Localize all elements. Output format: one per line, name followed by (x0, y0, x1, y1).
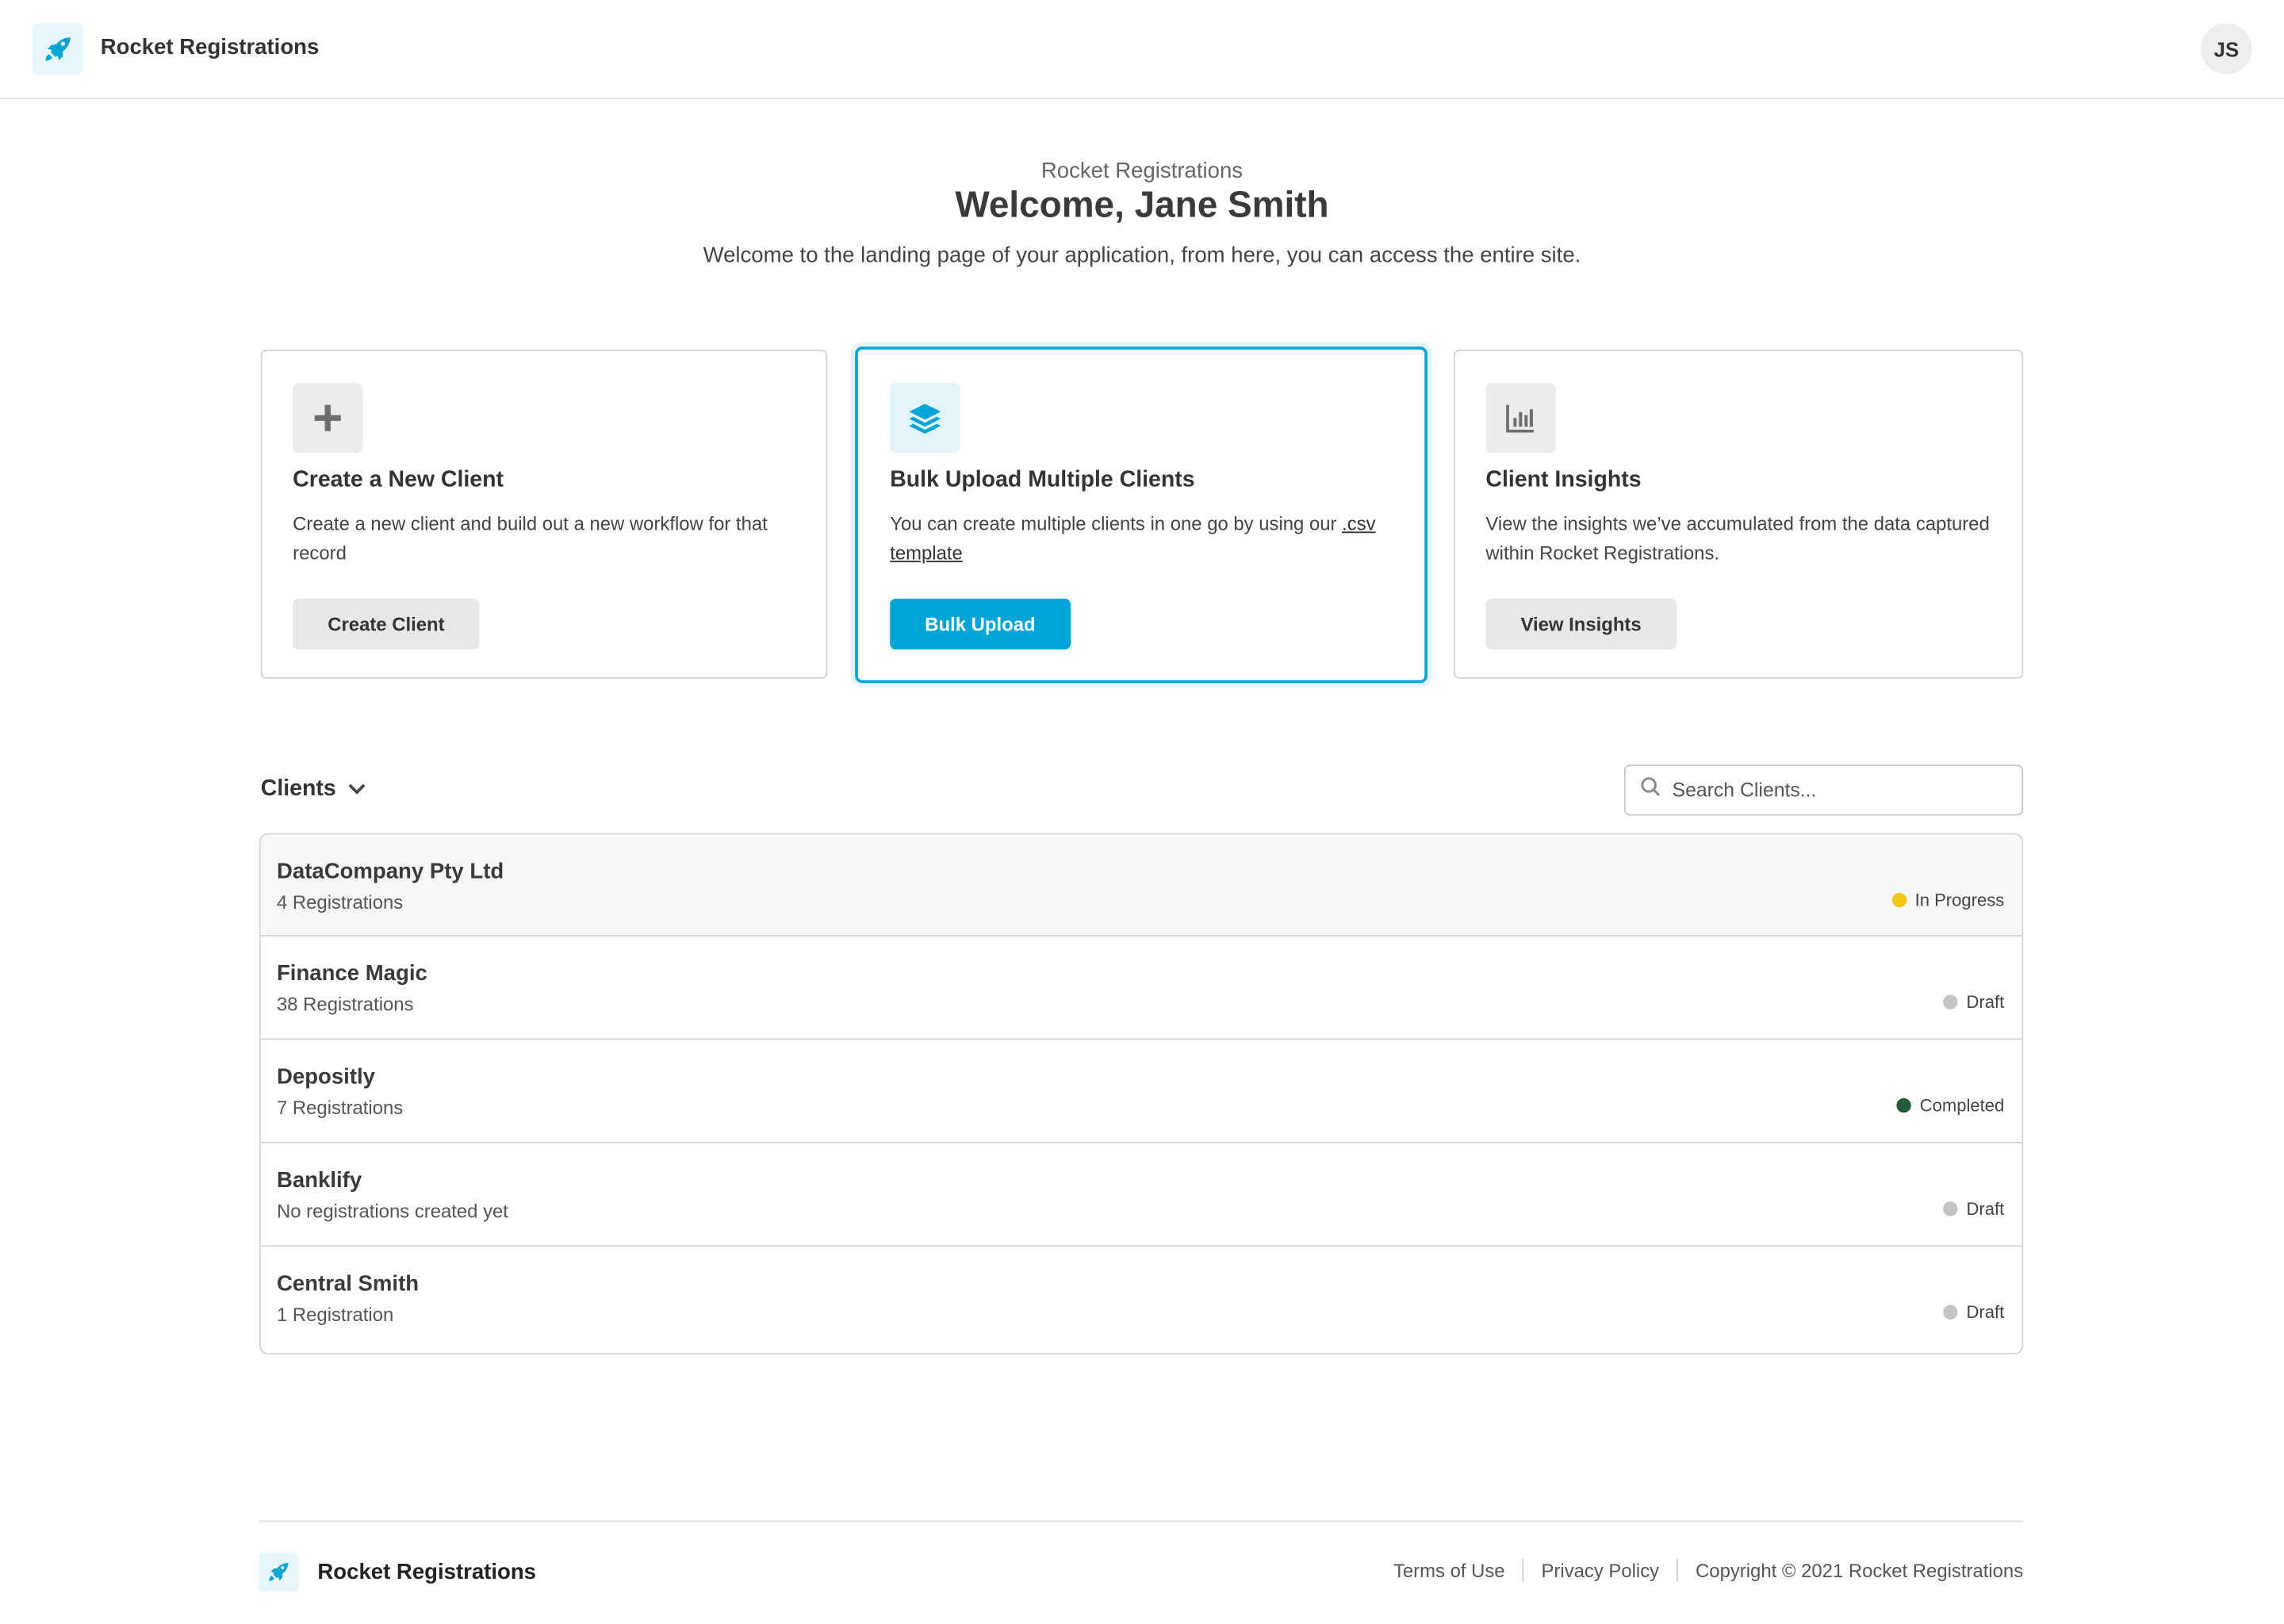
status-dot-icon (1943, 1304, 1958, 1320)
layers-icon (890, 383, 960, 454)
client-name: Banklify (276, 1168, 362, 1193)
divider (1522, 1558, 1524, 1582)
rocket-logo-icon[interactable] (32, 23, 83, 75)
status-badge: Completed (1896, 1095, 2004, 1116)
client-registrations: 38 Registrations (276, 993, 414, 1016)
terms-of-use-link[interactable]: Terms of Use (1393, 1559, 1505, 1581)
card-title: Create a New Client (293, 467, 504, 492)
status-dot-icon (1943, 994, 1958, 1009)
footer-divider (259, 1520, 2024, 1522)
bar-chart-icon (1485, 383, 1556, 454)
client-registrations: 4 Registrations (276, 891, 404, 914)
clients-dropdown[interactable]: Clients (261, 776, 366, 802)
list-item[interactable]: Finance Magic 38 Registrations Draft (260, 936, 2022, 1040)
plus-icon (293, 383, 363, 454)
app-brand-name[interactable]: Rocket Registrations (101, 35, 320, 59)
status-dot-icon (1891, 892, 1907, 908)
search-box (1623, 764, 2024, 816)
client-registrations: 1 Registration (276, 1303, 394, 1326)
status-dot-icon (1896, 1097, 1911, 1113)
page-title: Welcome, Jane Smith (955, 185, 1329, 226)
footer-brand: Rocket Registrations (317, 1560, 536, 1585)
app-root: Rocket Registrations JS Rocket Registrat… (0, 0, 2284, 1622)
card-description-text: You can create multiple clients in one g… (890, 512, 1343, 535)
status-badge: Draft (1943, 1198, 2005, 1220)
divider (1677, 1558, 1679, 1582)
status-text: In Progress (1914, 890, 2005, 910)
client-name: Central Smith (276, 1271, 420, 1297)
search-input[interactable] (1669, 777, 1996, 803)
status-badge: In Progress (1891, 890, 2004, 910)
list-item[interactable]: Banklify No registrations created yet Dr… (260, 1143, 2022, 1247)
chevron-down-icon (347, 776, 365, 802)
card-title: Client Insights (1485, 467, 1642, 492)
status-text: Draft (1966, 991, 2005, 1013)
clients-label: Clients (260, 776, 336, 802)
create-client-button[interactable]: Create Client (293, 598, 480, 650)
status-dot-icon (1943, 1201, 1958, 1216)
privacy-policy-link[interactable]: Privacy Policy (1542, 1559, 1660, 1581)
view-insights-button[interactable]: View Insights (1485, 598, 1677, 650)
create-client-card: Create a New Client Create a new client … (260, 349, 828, 679)
status-text: Completed (1919, 1095, 2005, 1116)
search-icon (1640, 776, 1661, 804)
card-description: You can create multiple clients in one g… (890, 510, 1400, 568)
hero-subtitle: Rocket Registrations (1040, 159, 1244, 184)
client-name: Finance Magic (276, 961, 427, 986)
status-badge: Draft (1943, 1302, 2004, 1323)
card-description: Create a new client and build out a new … (293, 512, 768, 564)
status-text: Draft (1966, 1198, 2005, 1220)
top-navbar: Rocket Registrations JS (0, 0, 2284, 99)
client-name: Depositly (276, 1064, 375, 1090)
client-insights-card: Client Insights View the insights we’ve … (1454, 349, 2024, 679)
rocket-logo-icon[interactable] (259, 1552, 299, 1592)
card-title: Bulk Upload Multiple Clients (890, 467, 1195, 492)
status-badge: Draft (1943, 992, 2004, 1013)
user-avatar[interactable]: JS (2201, 23, 2252, 75)
card-description: View the insights we’ve accumulated from… (1485, 512, 1990, 564)
client-name: DataCompany Pty Ltd (276, 859, 504, 884)
client-registrations: 7 Registrations (276, 1097, 404, 1119)
client-registrations: No registrations created yet (276, 1200, 508, 1222)
footer-links: Terms of Use Privacy Policy Copyright © … (1393, 1558, 2024, 1582)
copyright-text: Copyright © 2021 Rocket Registrations (1696, 1559, 2024, 1581)
hero-description: Welcome to the landing page of your appl… (703, 243, 1581, 268)
bulk-upload-card: Bulk Upload Multiple Clients You can cre… (855, 347, 1428, 684)
list-item[interactable]: Depositly 7 Registrations Completed (260, 1040, 2022, 1143)
bulk-upload-button[interactable]: Bulk Upload (890, 598, 1071, 650)
list-item[interactable]: DataCompany Pty Ltd 4 Registrations In P… (260, 834, 2022, 936)
status-text: Draft (1966, 1302, 2005, 1323)
list-item[interactable]: Central Smith 1 Registration Draft (260, 1247, 2022, 1354)
clients-list: DataCompany Pty Ltd 4 Registrations In P… (259, 833, 2024, 1355)
